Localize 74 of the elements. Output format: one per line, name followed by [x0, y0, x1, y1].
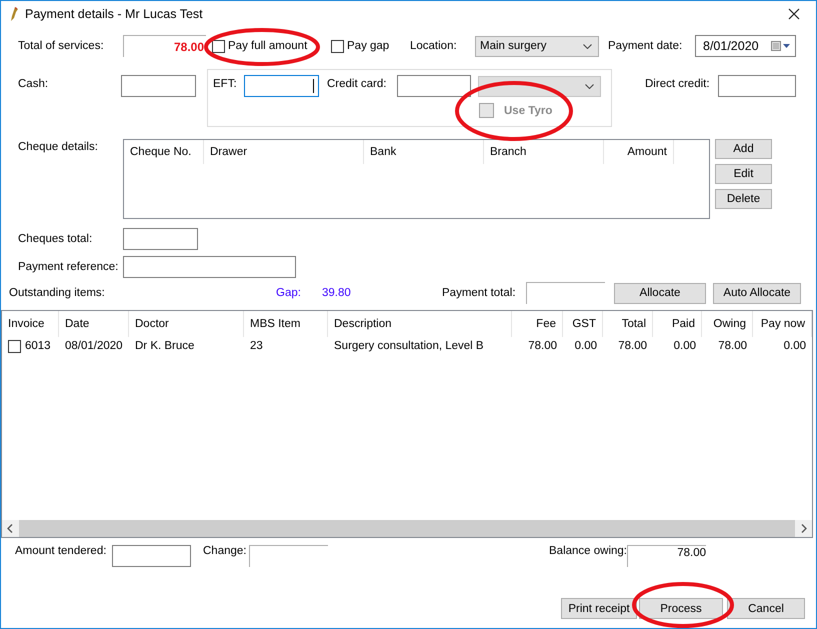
column-header[interactable]: Owing [702, 311, 753, 337]
cheque-action-button[interactable]: Delete [715, 189, 772, 209]
date-picker[interactable]: 8/01/2020 [695, 35, 796, 57]
field-label: Cheque details: [18, 141, 99, 153]
table-cell-text: 23 [249, 340, 264, 352]
field-label: Payment total: [442, 287, 517, 299]
checkbox[interactable] [212, 40, 225, 52]
table-cell-text: 0.00 [782, 340, 807, 352]
column-header[interactable]: GST [563, 311, 603, 337]
dialog-button[interactable]: Cancel [727, 598, 805, 619]
direct-credit-field[interactable] [718, 75, 796, 97]
row-checkbox[interactable] [8, 340, 21, 352]
column-header[interactable]: Description [328, 311, 512, 337]
dialog-button[interactable]: Print receipt [561, 598, 637, 619]
total-field: 78.00 [123, 35, 206, 57]
window-title: Payment details - Mr Lucas Test [25, 6, 204, 20]
field-label: Balance owing: [549, 545, 627, 557]
field-label: Change: [203, 545, 248, 557]
location-dropdown[interactable]: Main surgery [475, 36, 599, 56]
credit-card-field[interactable] [397, 75, 471, 97]
cheques-total-field[interactable] [123, 228, 198, 250]
column-header[interactable]: Date [59, 311, 129, 337]
payment-reference-field[interactable] [123, 256, 296, 278]
column-header[interactable]: MBS Item [244, 311, 328, 337]
cheque-action-button[interactable]: Edit [715, 164, 772, 184]
cash-field[interactable] [121, 75, 196, 97]
horizontal-scrollbar[interactable] [2, 520, 812, 537]
column-header[interactable]: Invoice [2, 311, 59, 337]
close-icon [788, 8, 800, 20]
table-cell-text: 0.00 [574, 340, 598, 352]
checkbox[interactable] [331, 40, 344, 52]
cheque-action-button[interactable]: Add [715, 139, 772, 159]
checkbox-option[interactable]: Pay full amount [212, 40, 326, 52]
column-header[interactable]: Drawer [204, 140, 364, 164]
table-cell-text: 0.00 [672, 340, 697, 352]
balance-owing-field: 78.00 [627, 545, 706, 567]
allocate-button[interactable]: Auto Allocate [713, 282, 801, 304]
field-label: Cash: [18, 78, 50, 90]
table-cell-text: 78.00 [717, 340, 748, 352]
field-label: EFT: [213, 78, 238, 90]
gap-value: 39.80 [322, 287, 352, 299]
table-cell-text: 78.00 [617, 340, 648, 352]
column-header[interactable]: Fee [512, 311, 563, 337]
table-cell-text: 78.00 [527, 340, 558, 352]
table-cell: 6013 [25, 340, 51, 352]
field-label: Total of services: [18, 40, 105, 52]
gap-label: Gap: [276, 287, 302, 299]
column-header[interactable]: Branch [484, 140, 604, 164]
field-label: Credit card: [327, 78, 388, 90]
field-label: Location: [410, 40, 458, 52]
table-cell-text: Surgery consultation, Level B [333, 340, 485, 352]
chevron-down-icon [583, 44, 592, 48]
column-header[interactable]: Pay now [753, 311, 812, 337]
column-header[interactable]: Doctor [129, 311, 244, 337]
table-cell-text: Dr K. Bruce [134, 340, 196, 352]
column-header[interactable]: Cheque No. [124, 140, 204, 164]
dialog-button[interactable]: Process [639, 598, 723, 619]
column-header[interactable]: Amount [604, 140, 674, 164]
checkbox-option[interactable]: Pay gap [331, 40, 403, 52]
field-label: Amount tendered: [15, 545, 108, 557]
field-label: Direct credit: [645, 78, 711, 90]
section-label: Outstanding items: [9, 287, 106, 299]
column-header[interactable]: Bank [364, 140, 484, 164]
field-label: Payment reference: [18, 261, 120, 273]
column-header[interactable]: Paid [653, 311, 702, 337]
calendar-icon [771, 41, 791, 51]
eft-field[interactable] [244, 75, 319, 97]
field-label: Payment date: [608, 40, 684, 52]
column-header[interactable]: Total [603, 311, 653, 337]
field-label: Cheques total: [18, 233, 94, 245]
chevron-down-icon [585, 84, 594, 88]
amount-tendered-field[interactable] [112, 545, 191, 567]
table-cell-text: 08/01/2020 [64, 340, 124, 352]
allocate-button[interactable]: Allocate [614, 282, 706, 304]
